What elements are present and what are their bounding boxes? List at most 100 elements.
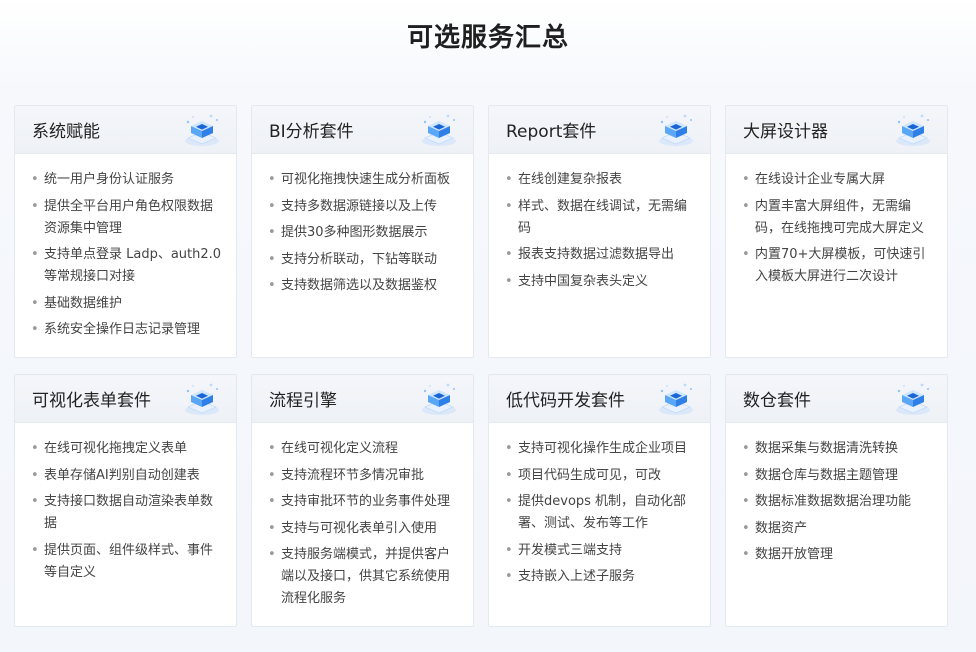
bullet-dot-icon: • bbox=[505, 198, 513, 214]
page-title: 可选服务汇总 bbox=[406, 23, 569, 53]
bullet-dot-icon: • bbox=[742, 494, 750, 509]
list-item: • 报表支持数据过滤数据导出 bbox=[505, 244, 698, 266]
list-item: • 支持服务端模式，并提供客户端以及接口，供其它系统使用流程化服务 bbox=[268, 544, 461, 610]
list-item-text: 在线可视化拖拽定义表单 bbox=[44, 441, 188, 456]
bullet-dot-icon: • bbox=[505, 542, 513, 558]
service-card-4: 大屏设计器 • 在线设计企业专属大屏 • 内置丰富大屏组件，无需编码，在线拖拽可完成大… bbox=[725, 105, 948, 358]
list-item-text: 在线可视化定义流程 bbox=[281, 441, 399, 456]
list-item: • 支持流程环节多情况审批 bbox=[268, 465, 461, 487]
list-item: • 数据开放管理 bbox=[742, 544, 935, 566]
page: 可选服务汇总 系统赋能 • 统一用户身份认证服务 • 提供全平台用户角色权限数据… bbox=[0, 0, 976, 652]
service-card-6: 流程引擎 • 在线可视化定义流程 • 支持流程环节多情况审批 • 支持审批环节的业务事件处… bbox=[251, 374, 474, 627]
bullet-dot-icon: • bbox=[268, 441, 276, 456]
card-title: BI分析套件 bbox=[269, 122, 354, 142]
card-body: • 统一用户身份认证服务 • 提供全平台用户角色权限数据资源集中管理 • 支持单点登录 L… bbox=[15, 154, 236, 346]
bullet-dot-icon: • bbox=[742, 198, 750, 214]
card-header: 大屏设计器 bbox=[726, 106, 947, 154]
list-item: • 基础数据维护 bbox=[31, 293, 224, 315]
bullet-dot-icon: • bbox=[268, 225, 276, 240]
bullet-dot-icon: • bbox=[505, 467, 513, 483]
cube-stack-icon bbox=[891, 381, 935, 417]
list-item-text: 提供30多种图形数据展示 bbox=[281, 225, 428, 240]
card-header: 低代码开发套件 bbox=[489, 375, 710, 423]
card-body: • 在线设计企业专属大屏 • 内置丰富大屏组件，无需编码，在线拖拽可完成大屏定义 • 内置… bbox=[726, 154, 947, 293]
card-title: 大屏设计器 bbox=[743, 122, 828, 142]
list-item-text: 支持数据筛选以及数据鉴权 bbox=[281, 278, 438, 293]
card-header: BI分析套件 bbox=[252, 106, 473, 154]
card-header: 流程引擎 bbox=[252, 375, 473, 423]
cube-stack-icon bbox=[417, 381, 461, 417]
bullet-dot-icon: • bbox=[31, 441, 39, 456]
bullet-dot-icon: • bbox=[268, 172, 276, 187]
list-item-text: 项目代码生成可见，可改 bbox=[518, 467, 662, 483]
card-header: 可视化表单套件 bbox=[15, 375, 236, 423]
list-item-text: 样式、数据在线调试，无需编码 bbox=[518, 198, 688, 236]
bullet-dot-icon: • bbox=[31, 247, 39, 262]
list-item: • 样式、数据在线调试，无需编码 bbox=[505, 196, 698, 240]
services-grid: 系统赋能 • 统一用户身份认证服务 • 提供全平台用户角色权限数据资源集中管理 • 支持单… bbox=[14, 105, 952, 627]
list-item: • 开发模式三端支持 bbox=[505, 540, 698, 562]
service-card-3: Report套件 • 在线创建复杂报表 • 样式、数据在线调试，无需编码 • 报表支持数据… bbox=[488, 105, 711, 358]
bullet-dot-icon: • bbox=[31, 295, 39, 311]
list-item-text: 在线设计企业专属大屏 bbox=[755, 172, 886, 187]
card-body: • 在线创建复杂报表 • 样式、数据在线调试，无需编码 • 报表支持数据过滤数据导出 • 支持… bbox=[489, 154, 710, 297]
list-item-text: 提供全平台用户角色权限数据资源集中管理 bbox=[44, 198, 214, 236]
cube-stack-icon bbox=[654, 381, 698, 417]
list-item-text: 系统安全操作日志记录管理 bbox=[44, 322, 201, 337]
list-item: • 内置70+大屏模板，可快速引入模板大屏进行二次设计 bbox=[742, 244, 935, 288]
bullet-dot-icon: • bbox=[268, 520, 276, 536]
list-item-text: 支持可视化操作生成企业项目 bbox=[518, 441, 688, 456]
cube-stack-icon bbox=[417, 112, 461, 148]
list-item: • 支持可视化操作生成企业项目 bbox=[505, 438, 698, 460]
bullet-dot-icon: • bbox=[505, 494, 513, 509]
card-title: 可视化表单套件 bbox=[32, 391, 151, 411]
service-card-2: BI分析套件 • 可视化拖拽快速生成分析面板 • 支持多数据源链接以及上传 • 提供30多… bbox=[251, 105, 474, 358]
bullet-dot-icon: • bbox=[31, 322, 39, 337]
list-item-text: 提供devops 机制，自动化部署、测试、发布等工作 bbox=[518, 494, 687, 531]
cube-stack-icon bbox=[180, 112, 224, 148]
service-card-1: 系统赋能 • 统一用户身份认证服务 • 提供全平台用户角色权限数据资源集中管理 • 支持单… bbox=[14, 105, 237, 358]
list-item-text: 支持单点登录 Ladp、auth2.0等常规接口对接 bbox=[44, 247, 222, 284]
list-item: • 支持多数据源链接以及上传 bbox=[268, 196, 461, 218]
bullet-dot-icon: • bbox=[505, 441, 513, 456]
list-item: • 数据采集与数据清洗转换 bbox=[742, 438, 935, 460]
list-item: • 提供30多种图形数据展示 bbox=[268, 222, 461, 244]
list-item: • 支持中国复杂表头定义 bbox=[505, 271, 698, 293]
list-item: • 统一用户身份认证服务 bbox=[31, 169, 224, 191]
service-card-8: 数仓套件 • 数据采集与数据清洗转换 • 数据仓库与数据主题管理 • 数据标准数据数据治理… bbox=[725, 374, 948, 627]
list-item-text: 数据标准数据数据治理功能 bbox=[755, 494, 912, 509]
list-item: • 支持嵌入上述子服务 bbox=[505, 566, 698, 588]
list-item: • 在线创建复杂报表 bbox=[505, 169, 698, 191]
list-item-text: 支持多数据源链接以及上传 bbox=[281, 198, 438, 214]
card-body: • 在线可视化拖拽定义表单 • 表单存储AI判别自动创建表 • 支持接口数据自动渲染表单数… bbox=[15, 423, 236, 588]
card-body: • 数据采集与数据清洗转换 • 数据仓库与数据主题管理 • 数据标准数据数据治理功能 • 数据… bbox=[726, 423, 947, 571]
list-item-text: 报表支持数据过滤数据导出 bbox=[518, 247, 675, 262]
list-item: • 内置丰富大屏组件，无需编码，在线拖拽可完成大屏定义 bbox=[742, 196, 935, 240]
bullet-dot-icon: • bbox=[31, 542, 39, 558]
card-title: Report套件 bbox=[506, 122, 597, 142]
list-item-text: 数据采集与数据清洗转换 bbox=[755, 441, 899, 456]
list-item: • 支持分析联动，下钻等联动 bbox=[268, 249, 461, 271]
list-item: • 项目代码生成可见，可改 bbox=[505, 465, 698, 487]
list-item-text: 提供页面、组件级样式、事件等自定义 bbox=[44, 542, 214, 580]
card-title: 系统赋能 bbox=[32, 122, 100, 142]
list-item: • 表单存储AI判别自动创建表 bbox=[31, 465, 224, 487]
bullet-dot-icon: • bbox=[31, 172, 39, 187]
list-item-text: 支持服务端模式，并提供客户端以及接口，供其它系统使用流程化服务 bbox=[281, 547, 451, 606]
bullet-dot-icon: • bbox=[268, 467, 276, 483]
list-item: • 提供devops 机制，自动化部署、测试、发布等工作 bbox=[505, 491, 698, 535]
list-item-text: 基础数据维护 bbox=[44, 295, 123, 311]
list-item: • 支持接口数据自动渲染表单数据 bbox=[31, 491, 224, 535]
list-item: • 数据资产 bbox=[742, 518, 935, 540]
list-item: • 支持单点登录 Ladp、auth2.0等常规接口对接 bbox=[31, 244, 224, 288]
bullet-dot-icon: • bbox=[268, 198, 276, 214]
cube-stack-icon bbox=[180, 381, 224, 417]
bullet-dot-icon: • bbox=[742, 467, 750, 483]
list-item-text: 数据开放管理 bbox=[755, 547, 834, 562]
list-item-text: 支持接口数据自动渲染表单数据 bbox=[44, 494, 214, 531]
bullet-dot-icon: • bbox=[268, 251, 276, 267]
bullet-dot-icon: • bbox=[505, 247, 513, 262]
list-item-text: 支持流程环节多情况审批 bbox=[281, 467, 425, 483]
service-card-5: 可视化表单套件 • 在线可视化拖拽定义表单 • 表单存储AI判别自动创建表 • 支持接口数… bbox=[14, 374, 237, 627]
bullet-dot-icon: • bbox=[742, 520, 750, 536]
